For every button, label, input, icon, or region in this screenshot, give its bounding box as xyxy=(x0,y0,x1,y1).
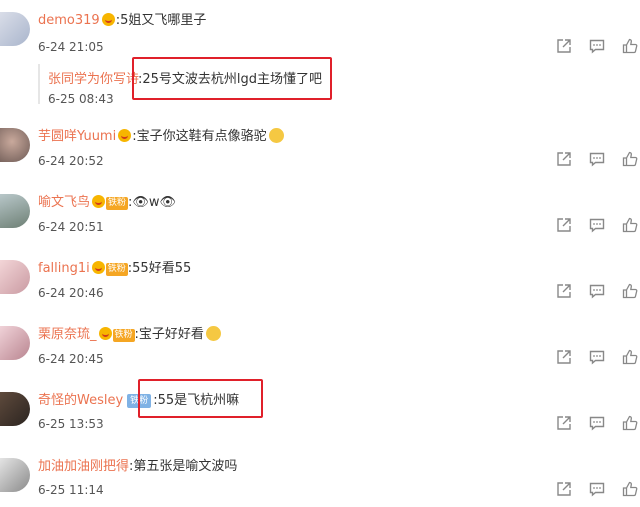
reply-timestamp: 6-25 08:43 xyxy=(48,92,114,106)
timestamp: 6-24 20:45 xyxy=(38,352,104,366)
timestamp: 6-25 13:53 xyxy=(38,417,104,431)
like-icon[interactable] xyxy=(622,283,638,299)
avatar[interactable] xyxy=(0,392,30,426)
comment-icon[interactable] xyxy=(589,38,605,54)
like-icon[interactable] xyxy=(622,349,638,365)
share-icon[interactable] xyxy=(556,151,572,167)
reply-username[interactable]: 张同学为你写诗 xyxy=(48,68,139,87)
timestamp: 6-25 11:14 xyxy=(38,483,104,497)
username[interactable]: 奇怪的Wesley xyxy=(38,393,123,408)
avatar[interactable] xyxy=(0,458,30,492)
timestamp: 6-24 21:05 xyxy=(38,40,104,54)
avatar[interactable] xyxy=(0,128,30,162)
fan-badge: 铁粉 xyxy=(106,197,129,210)
medal-icon xyxy=(101,13,115,26)
username[interactable]: 芋圆咩Yuumi xyxy=(38,129,116,144)
share-icon[interactable] xyxy=(556,283,572,299)
avatar[interactable] xyxy=(0,260,30,294)
comment-text: :55好看55 xyxy=(127,261,192,276)
highlight-box xyxy=(132,57,332,100)
highlight-box xyxy=(138,379,263,418)
like-icon[interactable] xyxy=(622,481,638,497)
like-icon[interactable] xyxy=(622,151,638,167)
username[interactable]: falling1i xyxy=(38,261,90,276)
comment-icon[interactable] xyxy=(589,217,605,233)
username[interactable]: demo319 xyxy=(38,13,100,28)
comment-text: :第五张是喻文波吗 xyxy=(129,459,238,474)
share-icon[interactable] xyxy=(556,217,572,233)
medal-icon xyxy=(118,129,132,142)
medal-icon xyxy=(98,327,112,340)
comment-icon[interactable] xyxy=(589,349,605,365)
crying-emoji-icon xyxy=(205,326,221,341)
reply-divider xyxy=(38,64,40,104)
avatar[interactable] xyxy=(0,326,30,360)
like-icon[interactable] xyxy=(622,217,638,233)
fan-badge: 铁粉 xyxy=(112,329,135,342)
comment-icon[interactable] xyxy=(589,481,605,497)
comment-text: :宝子好好看 xyxy=(134,327,204,342)
comment-icon[interactable] xyxy=(589,151,605,167)
like-icon[interactable] xyxy=(622,415,638,431)
share-icon[interactable] xyxy=(556,481,572,497)
like-icon[interactable] xyxy=(622,38,638,54)
fan-badge: 铁粉 xyxy=(105,263,128,276)
comment-icon[interactable] xyxy=(589,415,605,431)
timestamp: 6-24 20:46 xyxy=(38,286,104,300)
avatar[interactable] xyxy=(0,194,30,228)
comment-icon[interactable] xyxy=(589,283,605,299)
timestamp: 6-24 20:51 xyxy=(38,220,104,234)
username[interactable]: 栗原奈琉_ xyxy=(38,327,97,342)
username[interactable]: 加油加油刚把得 xyxy=(38,459,129,474)
username[interactable]: 喻文飞鸟 xyxy=(38,195,90,210)
comment-text: :👁w👁 xyxy=(128,195,177,210)
comment-text: :宝子你这鞋有点像骆驼 xyxy=(132,129,267,144)
avatar[interactable] xyxy=(0,12,30,46)
timestamp: 6-24 20:52 xyxy=(38,154,104,168)
share-icon[interactable] xyxy=(556,349,572,365)
share-icon[interactable] xyxy=(556,415,572,431)
medal-icon xyxy=(92,195,106,208)
happy-emoji-icon xyxy=(268,128,284,143)
comment-text: :5姐又飞哪里子 xyxy=(115,13,207,28)
medal-icon xyxy=(91,261,105,274)
share-icon[interactable] xyxy=(556,38,572,54)
